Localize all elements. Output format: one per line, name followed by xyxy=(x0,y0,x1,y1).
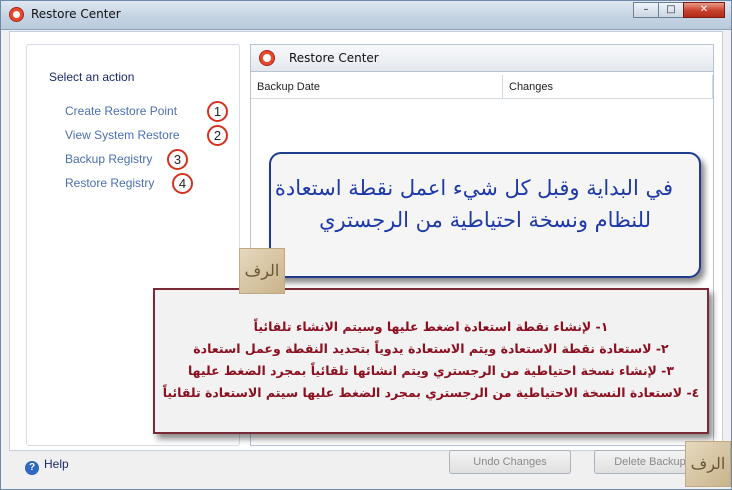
arabic-step-line: ٣- لإنشاء نسخة احتياطية من الرجستري ويتم… xyxy=(187,363,675,378)
action-create-restore-point[interactable]: Create Restore Point xyxy=(65,104,177,118)
sidebar-heading: Select an action xyxy=(49,70,135,84)
step-number-badge: 4 xyxy=(172,173,193,194)
column-header-backup-date[interactable]: Backup Date xyxy=(251,75,503,99)
title-bar[interactable]: Restore Center – □ ✕ xyxy=(1,1,731,30)
window-title: Restore Center xyxy=(31,7,121,21)
arabic-steps-callout: ١- لإنشاء نقطة استعادة اضغط عليها وسيتم … xyxy=(153,288,709,434)
window-controls: – □ ✕ xyxy=(633,2,725,18)
restore-center-app-icon xyxy=(9,7,24,22)
restore-center-panel-icon xyxy=(259,50,275,66)
minimize-button[interactable]: – xyxy=(633,2,659,18)
action-backup-registry[interactable]: Backup Registry xyxy=(65,152,152,166)
restore-center-window: Restore Center – □ ✕ Select an action Cr… xyxy=(0,0,732,490)
arabic-note-callout: في البداية وقبل كل شيء اعمل نقطة استعادة… xyxy=(269,152,701,278)
panel-title: Restore Center xyxy=(289,51,379,65)
arabic-step-line: ٤- لاستعادة النسخة الاحتياطية من الرجستر… xyxy=(162,385,700,400)
arabic-step-line: ١- لإنشاء نقطة استعادة اضغط عليها وسيتم … xyxy=(253,319,609,334)
arabic-note-line: للنظام ونسخة احتياطية من الرجستري xyxy=(319,208,651,232)
step-number-badge: 1 xyxy=(207,101,228,122)
maximize-button[interactable]: □ xyxy=(658,2,684,18)
arabic-note-line: في البداية وقبل كل شيء اعمل نقطة استعادة xyxy=(274,176,673,200)
action-restore-registry[interactable]: Restore Registry xyxy=(65,176,154,190)
watermark-logo: ﺍﻟﺮﻑ xyxy=(685,441,731,487)
panel-header: Restore Center xyxy=(251,45,713,72)
close-button[interactable]: ✕ xyxy=(683,2,725,18)
step-number-badge: 2 xyxy=(207,125,228,146)
help-link[interactable]: ? Help xyxy=(25,457,69,475)
action-view-system-restore[interactable]: View System Restore xyxy=(65,128,180,142)
watermark-logo: ﺍﻟﺮﻑ xyxy=(239,248,285,294)
arabic-step-line: ٢- لاستعادة نقطة الاستعادة ويتم الاستعاد… xyxy=(193,341,669,356)
help-label: Help xyxy=(44,457,69,471)
undo-changes-button[interactable]: Undo Changes xyxy=(449,450,571,474)
column-header-changes[interactable]: Changes xyxy=(503,75,713,99)
help-icon: ? xyxy=(25,461,39,475)
step-number-badge: 3 xyxy=(167,149,188,170)
